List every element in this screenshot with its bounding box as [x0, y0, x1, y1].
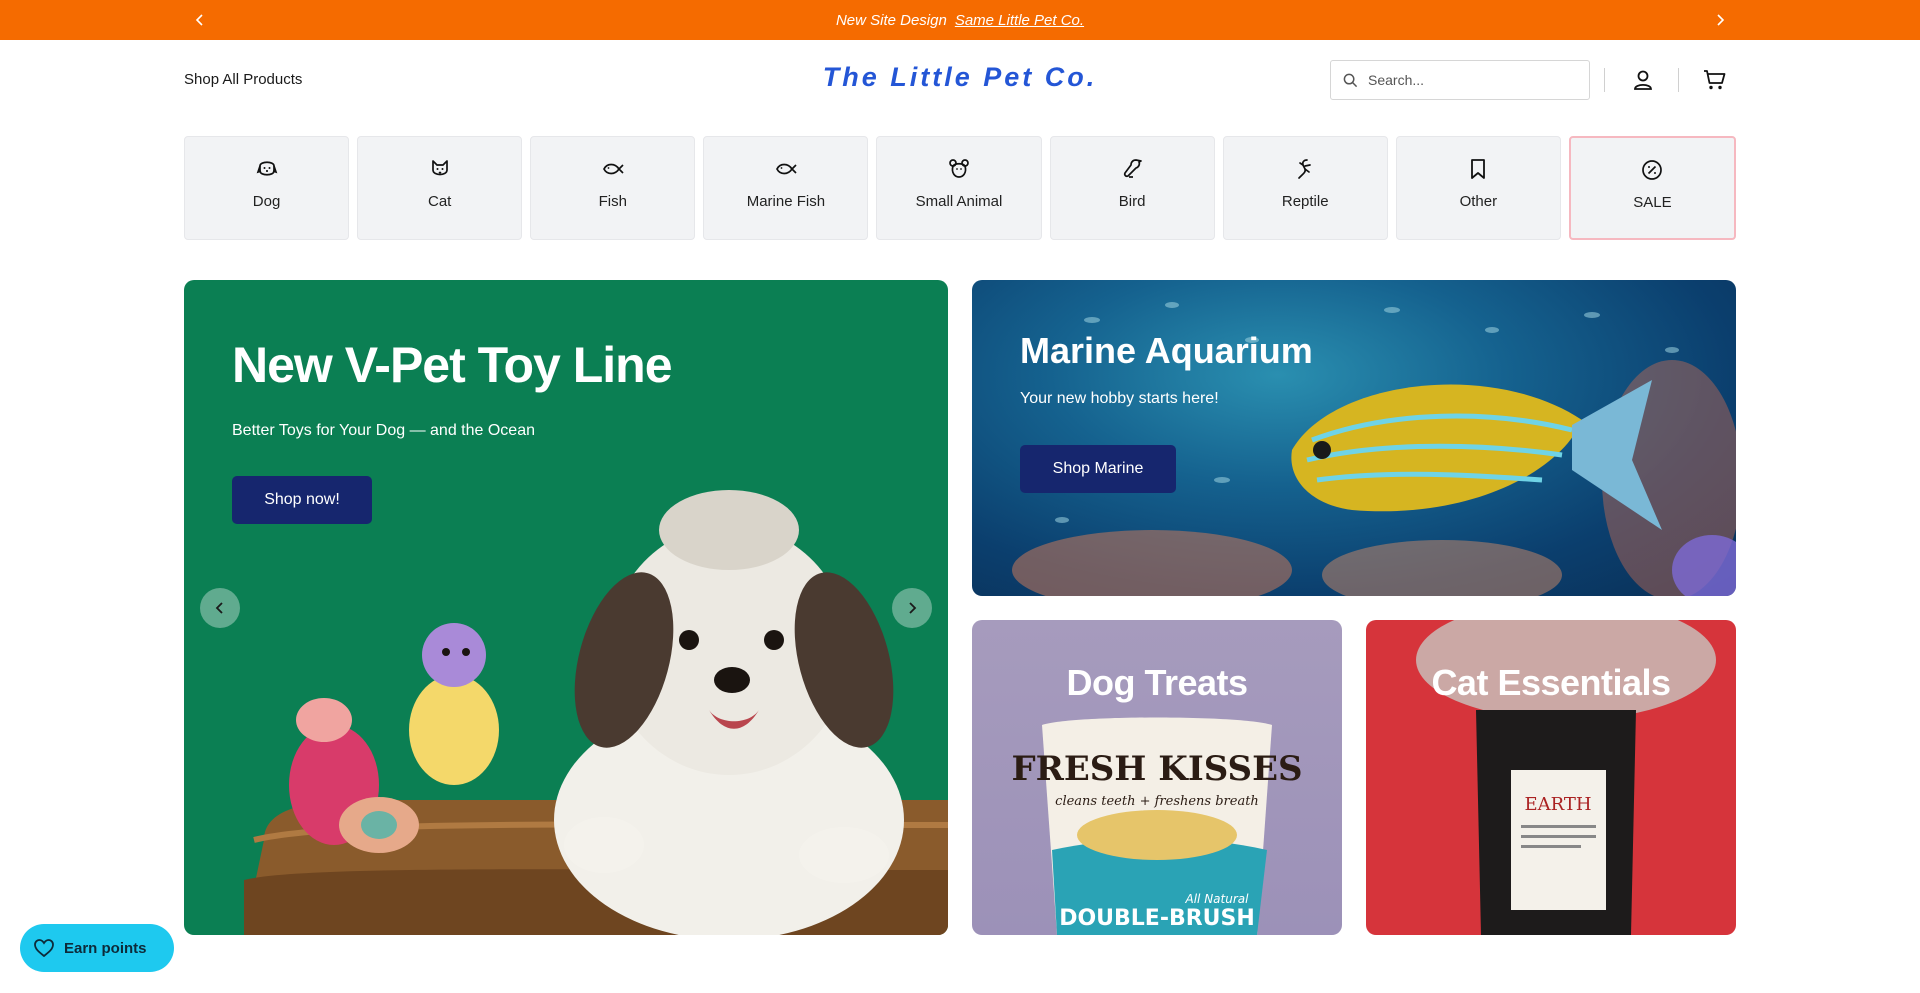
user-icon: [1634, 70, 1652, 90]
lizard-icon: [1293, 157, 1317, 181]
announcement-bar: New Site Design Same Little Pet Co.: [0, 0, 1920, 40]
shop-marine-button[interactable]: Shop Marine: [1020, 445, 1176, 493]
account-button[interactable]: [1629, 66, 1657, 94]
category-label: Small Animal: [915, 193, 1003, 210]
category-cat[interactable]: Cat: [357, 136, 523, 240]
hero-banner: New V-Pet Toy Line Better Toys for Your …: [184, 280, 948, 935]
fish-icon: [774, 157, 798, 181]
earn-points-label: Earn points: [64, 939, 147, 957]
dog-treats-tile[interactable]: FRESH KISSES cleans teeth + freshens bre…: [972, 620, 1342, 935]
chevron-right-icon: [1717, 14, 1725, 26]
bird-icon: [1120, 157, 1144, 181]
dog-icon: [255, 157, 279, 181]
chevron-left-icon: [215, 602, 223, 614]
chevron-right-icon: [909, 602, 917, 614]
tropical-fish-image: [1012, 302, 1736, 596]
category-label: Bird: [1118, 193, 1146, 210]
svg-text:DOUBLE-BRUSH: DOUBLE-BRUSH: [1059, 906, 1255, 931]
category-small-animal[interactable]: Small Animal: [876, 136, 1042, 240]
header-divider: [1604, 68, 1605, 92]
dog-treats-title: Dog Treats: [1066, 662, 1248, 703]
fish-icon: [601, 157, 625, 181]
chevron-left-icon: [195, 14, 203, 26]
category-label: Marine Fish: [746, 193, 826, 210]
svg-text:All Natural: All Natural: [1185, 892, 1250, 906]
cat-essentials-tile[interactable]: EARTH Cat Essentials: [1366, 620, 1736, 935]
announcement-prev-button[interactable]: [188, 8, 212, 32]
category-label: Dog: [252, 193, 281, 210]
svg-text:FRESH KISSES: FRESH KISSES: [1011, 749, 1302, 789]
category-dog[interactable]: Dog: [184, 136, 350, 240]
svg-text:cleans teeth + freshens breath: cleans teeth + freshens breath: [1055, 794, 1259, 809]
category-other[interactable]: Other: [1395, 136, 1561, 240]
cat-essentials-title: Cat Essentials: [1431, 662, 1671, 703]
site-header: Shop All Products The Little Pet Co.: [0, 40, 1920, 120]
svg-text:EARTH: EARTH: [1524, 794, 1591, 815]
cat-icon: [428, 157, 452, 181]
category-bird[interactable]: Bird: [1049, 136, 1215, 240]
announcement-link[interactable]: Same Little Pet Co.: [955, 12, 1084, 29]
hero-subtitle: Better Toys for Your Dog — and the Ocean: [232, 422, 535, 439]
cart-button[interactable]: [1701, 66, 1729, 94]
search-icon: [1343, 73, 1358, 87]
announcement-text: New Site Design: [835, 11, 947, 29]
category-fish[interactable]: Fish: [530, 136, 696, 240]
bookmark-icon: [1466, 157, 1490, 181]
category-label: Fish: [598, 193, 627, 210]
carousel-prev-button[interactable]: [200, 588, 240, 628]
category-nav: Dog Cat Fish Marine Fish Small Animal Bi…: [184, 136, 1736, 240]
heart-icon: [34, 939, 54, 957]
marine-title: Marine Aquarium: [1020, 330, 1313, 371]
category-label: Other: [1459, 193, 1498, 210]
carousel-next-button[interactable]: [892, 588, 932, 628]
category-marine-fish[interactable]: Marine Fish: [703, 136, 869, 240]
cart-icon: [1704, 70, 1726, 90]
category-sale[interactable]: SALE: [1568, 136, 1736, 240]
earn-points-button[interactable]: Earn points: [20, 924, 174, 972]
marine-subtitle: Your new hobby starts here!: [1020, 390, 1219, 407]
category-label: SALE: [1633, 194, 1672, 211]
category-label: Cat: [427, 193, 452, 210]
shop-now-button[interactable]: Shop now!: [232, 476, 372, 524]
category-reptile[interactable]: Reptile: [1222, 136, 1388, 240]
header-divider: [1678, 68, 1679, 92]
hamster-icon: [947, 157, 971, 181]
percent-badge-icon: [1640, 158, 1664, 182]
category-label: Reptile: [1281, 193, 1329, 210]
search-box[interactable]: [1330, 60, 1590, 100]
hero-title: New V-Pet Toy Line: [232, 337, 672, 393]
announcement-next-button[interactable]: [1708, 8, 1732, 32]
marine-aquarium-banner[interactable]: Marine Aquarium Your new hobby starts he…: [972, 280, 1736, 596]
search-input[interactable]: [1368, 72, 1568, 88]
